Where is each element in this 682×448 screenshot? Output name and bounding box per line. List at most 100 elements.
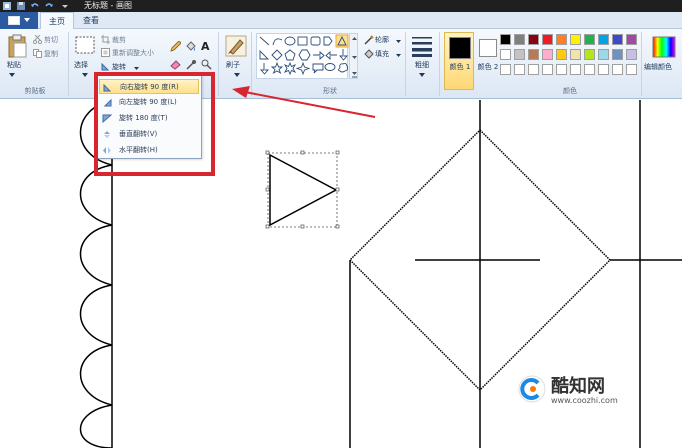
magnifier-icon[interactable] [201, 59, 212, 73]
palette-swatch[interactable] [528, 64, 539, 75]
oval-shape-icon [284, 36, 296, 46]
palette-swatch[interactable] [542, 64, 553, 75]
palette-swatch[interactable] [570, 34, 581, 45]
outline-icon[interactable] [364, 35, 374, 48]
watermark-name: 酷知网 [551, 376, 605, 397]
divider [68, 32, 69, 96]
select-button[interactable] [74, 35, 96, 60]
resize-button[interactable]: 重新调整大小 [112, 48, 154, 58]
watermark: 酷知网 www.coozhi.com [517, 370, 657, 420]
size-button[interactable] [411, 35, 433, 60]
fill-bucket-icon[interactable] [185, 41, 196, 55]
shapes-group-label: 形状 [323, 87, 337, 95]
file-menu-button[interactable] [0, 12, 38, 29]
window-title: 无标题 - 画图 [84, 1, 132, 10]
cloud-shape-icon [338, 62, 349, 73]
copy-icon[interactable] [33, 49, 42, 61]
divider [405, 32, 406, 96]
fill-button[interactable]: 填充 [375, 49, 389, 59]
palette-swatch[interactable] [626, 34, 637, 45]
customize-toolbar-icon[interactable] [60, 1, 70, 11]
palette-swatch[interactable] [528, 49, 539, 60]
palette-swatch[interactable] [500, 34, 511, 45]
copy-button[interactable]: 复制 [44, 49, 58, 59]
palette-swatch[interactable] [556, 64, 567, 75]
palette-swatch[interactable] [514, 49, 525, 60]
redo-icon[interactable] [44, 1, 54, 11]
palette-swatch[interactable] [598, 64, 609, 75]
tab-home[interactable]: 主页 [40, 12, 74, 30]
color2-label: 颜色 2 [477, 63, 499, 71]
color1-swatch [449, 37, 471, 59]
callout-oval-shape-icon [324, 63, 336, 71]
palette-swatch[interactable] [584, 49, 595, 60]
palette-swatch[interactable] [584, 64, 595, 75]
palette-swatch[interactable] [528, 34, 539, 45]
triangle-shape [269, 153, 338, 227]
clipboard-group-label: 剪贴板 [24, 87, 46, 95]
cut-button[interactable]: 剪切 [44, 35, 58, 45]
shapes-gallery-scrollbar[interactable] [349, 33, 358, 79]
palette-swatch[interactable] [612, 49, 623, 60]
palette-swatch[interactable] [570, 64, 581, 75]
paste-dropdown-icon[interactable] [8, 71, 16, 81]
color-picker-icon[interactable] [186, 59, 197, 73]
edit-colors-button[interactable]: 编辑颜色 [644, 34, 682, 90]
eraser-icon[interactable] [170, 59, 181, 73]
shapes-gallery[interactable] [256, 33, 349, 79]
paste-label: 粘贴 [7, 61, 21, 69]
palette-swatch[interactable] [626, 49, 637, 60]
color1-label: 颜色 1 [449, 63, 471, 71]
rotate-button[interactable]: 旋转 [112, 62, 126, 72]
palette-swatch[interactable] [542, 49, 553, 60]
right-arrow-shape-icon [313, 51, 325, 60]
select-label: 选择 [74, 61, 88, 69]
paste-button[interactable] [6, 34, 28, 63]
rounded-rectangle-shape-icon [310, 36, 321, 46]
brush-dropdown-icon[interactable] [233, 71, 241, 81]
color1-selector[interactable]: 颜色 1 [444, 32, 474, 90]
fill-icon[interactable] [364, 49, 374, 62]
palette-swatch[interactable] [514, 34, 525, 45]
chevron-down-icon [24, 18, 30, 22]
divider [439, 32, 440, 96]
four-point-star-shape-icon [295, 61, 311, 76]
text-icon[interactable]: A [201, 40, 210, 53]
watermark-url: www.coozhi.com [551, 396, 618, 405]
palette-swatch[interactable] [500, 49, 511, 60]
palette-swatch[interactable] [570, 49, 581, 60]
fill-dropdown-icon[interactable] [395, 51, 402, 61]
color2-swatch [479, 39, 497, 57]
select-dropdown-icon[interactable] [81, 71, 89, 81]
palette-swatch[interactable] [500, 64, 511, 75]
divider [251, 32, 252, 96]
watermark-logo-icon [518, 375, 546, 403]
outline-dropdown-icon[interactable] [395, 37, 402, 47]
size-dropdown-icon[interactable] [418, 71, 426, 81]
crop-icon[interactable] [101, 35, 110, 47]
tab-view[interactable]: 查看 [76, 12, 106, 29]
colors-group-label: 颜色 [563, 87, 577, 95]
palette-swatch[interactable] [598, 49, 609, 60]
palette-swatch[interactable] [556, 49, 567, 60]
undo-icon[interactable] [30, 1, 40, 11]
divider [641, 32, 642, 96]
crop-button[interactable]: 裁剪 [112, 35, 126, 45]
resize-icon[interactable] [101, 48, 110, 60]
pencil-icon[interactable] [170, 40, 182, 55]
outline-button[interactable]: 轮廓 [375, 35, 389, 45]
palette-swatch[interactable] [584, 34, 595, 45]
palette-swatch[interactable] [514, 64, 525, 75]
save-icon[interactable] [16, 1, 26, 11]
palette-swatch[interactable] [612, 64, 623, 75]
cut-icon[interactable] [32, 34, 43, 47]
palette-swatch[interactable] [626, 64, 637, 75]
palette-swatch[interactable] [612, 34, 623, 45]
palette-swatch[interactable] [556, 34, 567, 45]
file-menu-icon [8, 16, 20, 25]
palette-swatch[interactable] [542, 34, 553, 45]
polygon-shape-icon [323, 36, 333, 46]
brush-button[interactable] [225, 35, 247, 60]
color2-selector[interactable]: 颜色 2 [472, 32, 502, 90]
palette-swatch[interactable] [598, 34, 609, 45]
